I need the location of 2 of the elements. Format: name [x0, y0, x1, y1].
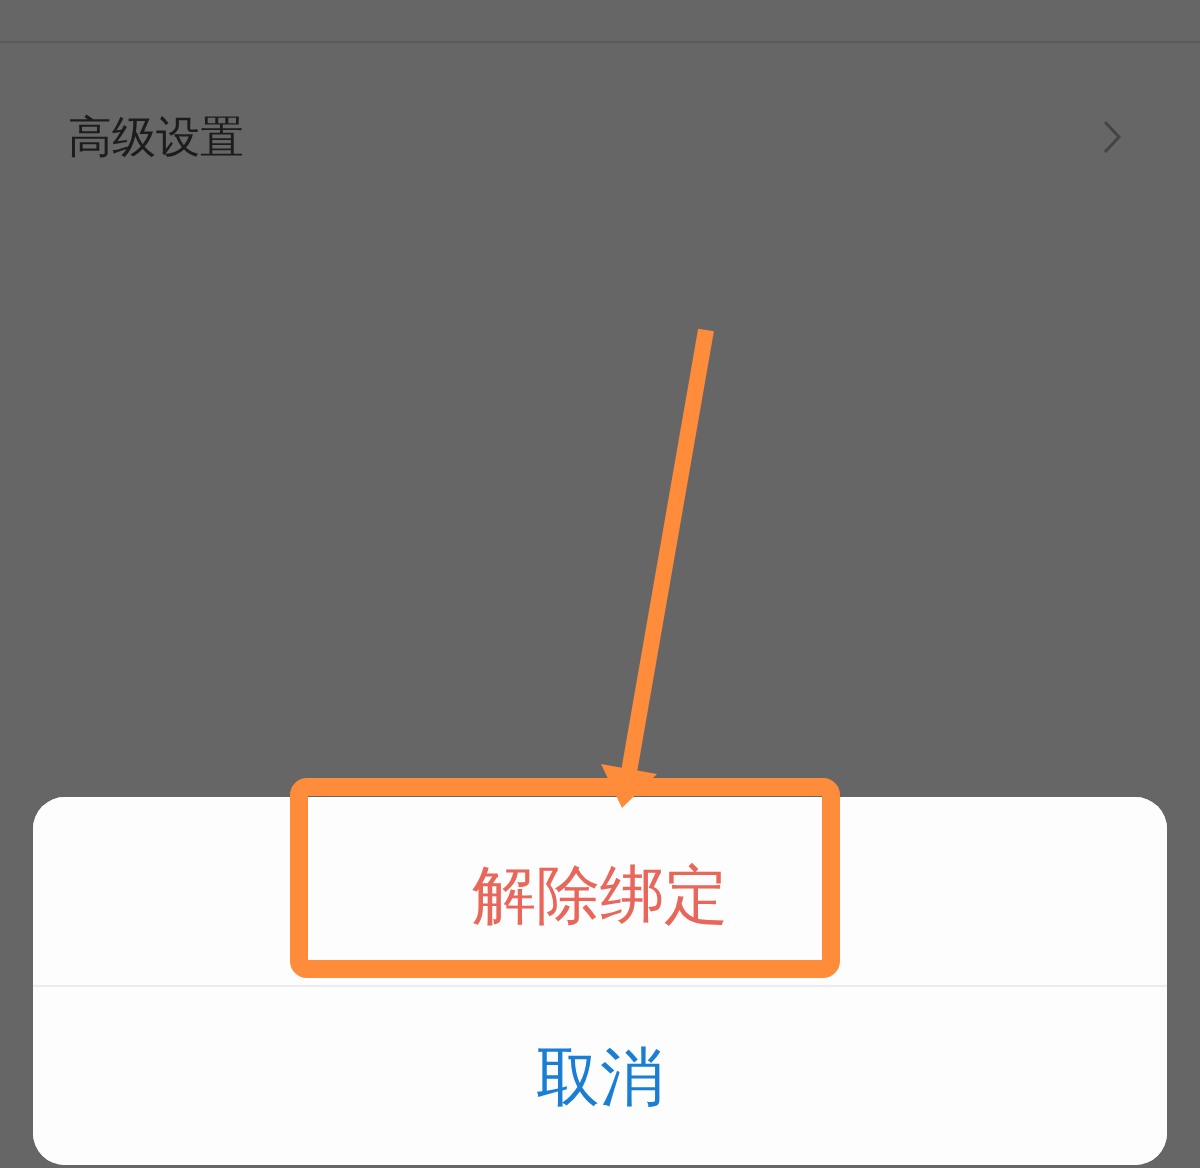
settings-row[interactable]: 高级设置 — [0, 43, 1200, 231]
chevron-right-icon — [1102, 120, 1122, 154]
